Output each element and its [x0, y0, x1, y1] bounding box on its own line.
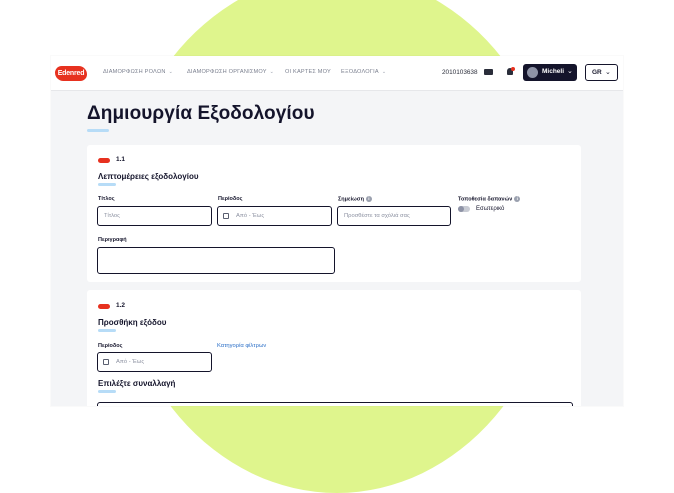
- location-toggle-label: Εσωτερικό: [476, 206, 505, 212]
- nav-item-label: ΕΞΟΔΟΛΟΓΙΑ: [341, 69, 379, 75]
- location-label-text: Τοποθεσία δαπανών: [458, 196, 513, 203]
- note-label-text: Σημείωση: [338, 196, 364, 203]
- title-label: Τίτλος: [98, 196, 115, 202]
- location-toggle[interactable]: [458, 206, 470, 212]
- toggle-knob: [458, 206, 464, 212]
- nav-item-expense-reports[interactable]: ΕΞΟΔΟΛΟΓΙΑ ⌄: [341, 69, 386, 75]
- add-expense-card: 1.2 Προσθήκη εξόδου Περίοδος Κατηγορία φ…: [87, 290, 581, 406]
- title-input[interactable]: Τίτλος: [97, 206, 212, 226]
- period-label: Περίοδος: [218, 196, 243, 202]
- title-underline: [87, 129, 109, 132]
- nav-item-label: ΔΙΑΜΟΡΦΩΣΗ ΡΟΛΩΝ: [103, 69, 166, 75]
- select-transaction-title: Επιλέξτε συναλλαγή: [98, 379, 176, 388]
- chevron-down-icon: ⌄: [168, 69, 173, 75]
- nav-item-roles[interactable]: ΔΙΑΜΟΡΦΩΣΗ ΡΟΛΩΝ ⌄: [103, 69, 173, 75]
- notification-dot: [511, 67, 515, 71]
- nav-item-label: ΟΙ ΚΑΡΤΕΣ ΜΟΥ: [285, 69, 331, 75]
- period-placeholder: Από - Έως: [116, 359, 145, 365]
- section-underline: [98, 390, 116, 393]
- period-date-range-input[interactable]: Από - Έως: [217, 206, 332, 226]
- step-number: 1.1: [116, 156, 126, 163]
- avatar: [527, 67, 538, 78]
- section-underline: [98, 183, 116, 186]
- user-menu-button[interactable]: Micheli ⌄: [523, 64, 577, 81]
- language-select[interactable]: GR ⌄: [585, 64, 618, 81]
- page-title: Δημιουργία Εξοδολογίου: [87, 103, 315, 124]
- note-label: Σημείωση i: [338, 196, 372, 202]
- description-label: Περιγραφή: [98, 237, 127, 243]
- expense-report-details-card: 1.1 Λεπτομέρειες εξοδολογίου Τίτλος Τίτλ…: [87, 145, 581, 282]
- note-input[interactable]: Προσθέστε τα σχόλιά σας: [337, 206, 451, 226]
- period-date-range-input[interactable]: Από - Έως: [97, 352, 212, 372]
- transaction-table[interactable]: [97, 402, 573, 406]
- chevron-down-icon: ⌄: [605, 69, 611, 76]
- location-label: Τοποθεσία δαπανών i: [458, 196, 521, 203]
- card-number: 2010103638: [442, 69, 478, 76]
- description-textarea[interactable]: [97, 247, 335, 274]
- user-name: Micheli: [542, 68, 565, 75]
- credit-card-icon[interactable]: [484, 69, 493, 75]
- calendar-icon: [223, 213, 229, 219]
- step-number: 1.2: [116, 302, 126, 309]
- nav-item-my-cards[interactable]: ΟΙ ΚΑΡΤΕΣ ΜΟΥ: [285, 69, 331, 75]
- calendar-icon: [103, 359, 109, 365]
- chevron-down-icon: ⌄: [269, 69, 275, 75]
- filter-category-link[interactable]: Κατηγορία φίλτρων: [217, 343, 266, 349]
- step-indicator: [98, 158, 110, 163]
- info-icon[interactable]: i: [365, 196, 372, 202]
- bell-icon[interactable]: [506, 67, 515, 76]
- top-navbar: Edenred ΔΙΑΜΟΡΦΩΣΗ ΡΟΛΩΝ ⌄ ΔΙΑΜΟΡΦΩΣΗ ΟΡΓ…: [51, 56, 623, 91]
- note-placeholder: Προσθέστε τα σχόλιά σας: [344, 213, 410, 219]
- section-underline: [98, 329, 116, 332]
- app-window: Edenred ΔΙΑΜΟΡΦΩΣΗ ΡΟΛΩΝ ⌄ ΔΙΑΜΟΡΦΩΣΗ ΟΡΓ…: [51, 56, 623, 406]
- language-label: GR: [592, 69, 602, 76]
- chevron-down-icon: ⌄: [567, 68, 573, 75]
- edenred-logo[interactable]: Edenred: [55, 66, 87, 81]
- title-placeholder: Τίτλος: [104, 213, 120, 219]
- nav-item-organization[interactable]: ΔΙΑΜΟΡΦΩΣΗ ΟΡΓΑΝΙΣΜΟΥ ⌄: [187, 69, 274, 75]
- chevron-down-icon: ⌄: [381, 69, 387, 75]
- nav-item-label: ΔΙΑΜΟΡΦΩΣΗ ΟΡΓΑΝΙΣΜΟΥ: [187, 69, 267, 75]
- step-indicator: [98, 304, 110, 309]
- section-title: Προσθήκη εξόδου: [98, 318, 167, 327]
- period-placeholder: Από - Έως: [236, 213, 265, 219]
- period-label: Περίοδος: [98, 343, 123, 349]
- section-title: Λεπτομέρειες εξοδολογίου: [98, 172, 199, 181]
- info-icon[interactable]: i: [514, 196, 521, 202]
